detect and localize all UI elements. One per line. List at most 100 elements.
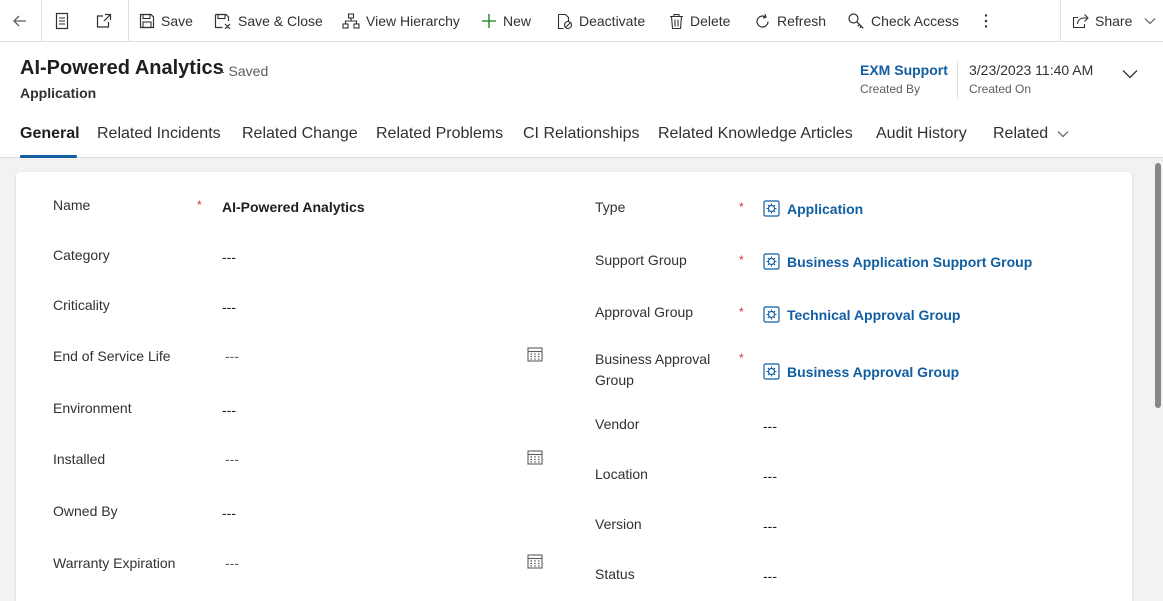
scrollbar-thumb[interactable]	[1155, 163, 1161, 408]
required-indicator: *	[197, 198, 202, 212]
criticality-select[interactable]: ---	[222, 299, 236, 315]
end-of-service-life-date-input[interactable]: ---	[225, 348, 239, 364]
record-lookup-icon	[763, 253, 780, 270]
chevron-down-icon	[1057, 131, 1069, 138]
new-label: New	[503, 13, 532, 29]
check-access-button[interactable]: Check Access	[847, 0, 959, 42]
form-selector-button[interactable]	[54, 0, 70, 42]
expand-header-button[interactable]	[1122, 66, 1138, 84]
required-indicator: *	[739, 253, 744, 267]
tab-related-knowledge-articles[interactable]: Related Knowledge Articles	[658, 125, 853, 143]
vendor-lookup[interactable]: ---	[763, 418, 777, 434]
field-label-status: Status	[595, 566, 635, 582]
record-title: AI-Powered Analytics	[20, 57, 224, 79]
view-hierarchy-button[interactable]: View Hierarchy	[342, 0, 460, 42]
deactivate-icon	[557, 13, 573, 29]
field-label-version: Version	[595, 516, 642, 532]
tab-related[interactable]: Related	[993, 125, 1069, 143]
tab-ci-relationships[interactable]: CI Relationships	[523, 125, 640, 143]
back-button[interactable]	[11, 0, 29, 42]
general-section	[16, 172, 1132, 601]
save-and-close-button[interactable]: Save & Close	[214, 0, 323, 42]
field-label-name: Name	[53, 197, 91, 213]
share-icon	[1072, 14, 1089, 29]
check-access-label: Check Access	[871, 13, 959, 29]
approval-group-lookup-value: Technical Approval Group	[787, 306, 961, 323]
created-by-link[interactable]: EXM Support	[860, 62, 948, 78]
field-label-end-of-service-life: End of Service Life	[53, 348, 171, 364]
created-by-field: EXM Support Created By	[860, 62, 948, 96]
open-new-window-button[interactable]	[95, 0, 113, 42]
created-by-label: Created By	[860, 82, 921, 96]
back-arrow-icon	[13, 15, 26, 27]
created-on-label: Created On	[969, 82, 1032, 96]
field-label-location: Location	[595, 466, 648, 482]
form-icon	[55, 12, 69, 30]
field-label-type: Type	[595, 199, 626, 215]
tab-related-label: Related	[993, 125, 1049, 142]
more-vertical-icon	[984, 14, 988, 28]
name-input[interactable]: AI-Powered Analytics	[222, 199, 365, 215]
calendar-icon	[527, 347, 543, 362]
field-label-vendor: Vendor	[595, 416, 640, 432]
record-lookup-icon	[763, 306, 780, 323]
business-approval-group-lookup-link[interactable]: Business Approval Group	[763, 363, 959, 380]
approval-group-lookup-link[interactable]: Technical Approval Group	[763, 306, 960, 323]
owned-by-lookup[interactable]: ---	[222, 505, 236, 521]
tab-audit-history[interactable]: Audit History	[876, 125, 967, 143]
field-label-owned-by: Owned By	[53, 503, 118, 519]
required-indicator: *	[739, 200, 744, 214]
delete-button[interactable]: Delete	[669, 0, 730, 42]
save-icon	[139, 13, 155, 29]
environment-select[interactable]: ---	[222, 402, 236, 418]
save-and-close-label: Save & Close	[238, 13, 323, 29]
calendar-icon	[527, 450, 543, 465]
command-bar: Save Save & Close View Hierarchy New Dea…	[0, 0, 1163, 42]
entity-name: Application	[20, 85, 97, 101]
installed-calendar-button[interactable]	[527, 449, 543, 470]
save-status: - Saved	[220, 63, 269, 79]
warranty-expiration-calendar-button[interactable]	[527, 553, 543, 574]
deactivate-button[interactable]: Deactivate	[556, 0, 645, 42]
field-label-approval-group: Approval Group	[595, 304, 694, 320]
installed-date-input[interactable]: ---	[225, 451, 239, 467]
save-button[interactable]: Save	[139, 0, 193, 42]
plus-icon	[482, 14, 496, 28]
trash-icon	[670, 13, 683, 29]
share-button[interactable]: Share	[1072, 0, 1156, 42]
share-label: Share	[1095, 13, 1133, 29]
new-button[interactable]: New	[481, 0, 531, 42]
more-commands-button[interactable]	[982, 0, 990, 42]
tab-related-change[interactable]: Related Change	[242, 125, 358, 143]
view-hierarchy-label: View Hierarchy	[366, 13, 460, 29]
form-tabs: General Related Incidents Related Change…	[0, 116, 1163, 158]
business-approval-group-lookup-value: Business Approval Group	[787, 363, 960, 380]
support-group-lookup-link[interactable]: Business Application Support Group	[763, 253, 1032, 270]
status-select[interactable]: ---	[763, 568, 777, 584]
refresh-button[interactable]: Refresh	[754, 0, 826, 42]
version-input[interactable]: ---	[763, 518, 777, 534]
refresh-label: Refresh	[777, 13, 827, 29]
tab-general[interactable]: General	[20, 125, 80, 143]
calendar-icon	[527, 554, 543, 569]
tab-related-problems[interactable]: Related Problems	[376, 125, 503, 143]
location-lookup[interactable]: ---	[763, 468, 777, 484]
created-on-field: 3/23/2023 11:40 AM Created On	[969, 62, 1093, 96]
chevron-down-icon	[1144, 18, 1156, 25]
record-lookup-icon	[763, 363, 780, 380]
field-label-criticality: Criticality	[53, 297, 110, 313]
hierarchy-icon	[342, 13, 360, 29]
chevron-down-icon	[1122, 70, 1138, 79]
tab-related-incidents[interactable]: Related Incidents	[97, 125, 221, 143]
category-select[interactable]: ---	[222, 249, 236, 265]
record-lookup-icon	[763, 200, 780, 217]
end-of-service-life-calendar-button[interactable]	[527, 346, 543, 367]
warranty-expiration-date-input[interactable]: ---	[225, 555, 239, 571]
required-indicator: *	[739, 305, 744, 319]
required-indicator: *	[739, 351, 744, 365]
field-label-environment: Environment	[53, 400, 132, 416]
field-label-warranty-expiration: Warranty Expiration	[53, 555, 176, 571]
field-label-category: Category	[53, 247, 110, 263]
field-label-support-group: Support Group	[595, 252, 687, 268]
type-lookup-link[interactable]: Application	[763, 200, 863, 217]
